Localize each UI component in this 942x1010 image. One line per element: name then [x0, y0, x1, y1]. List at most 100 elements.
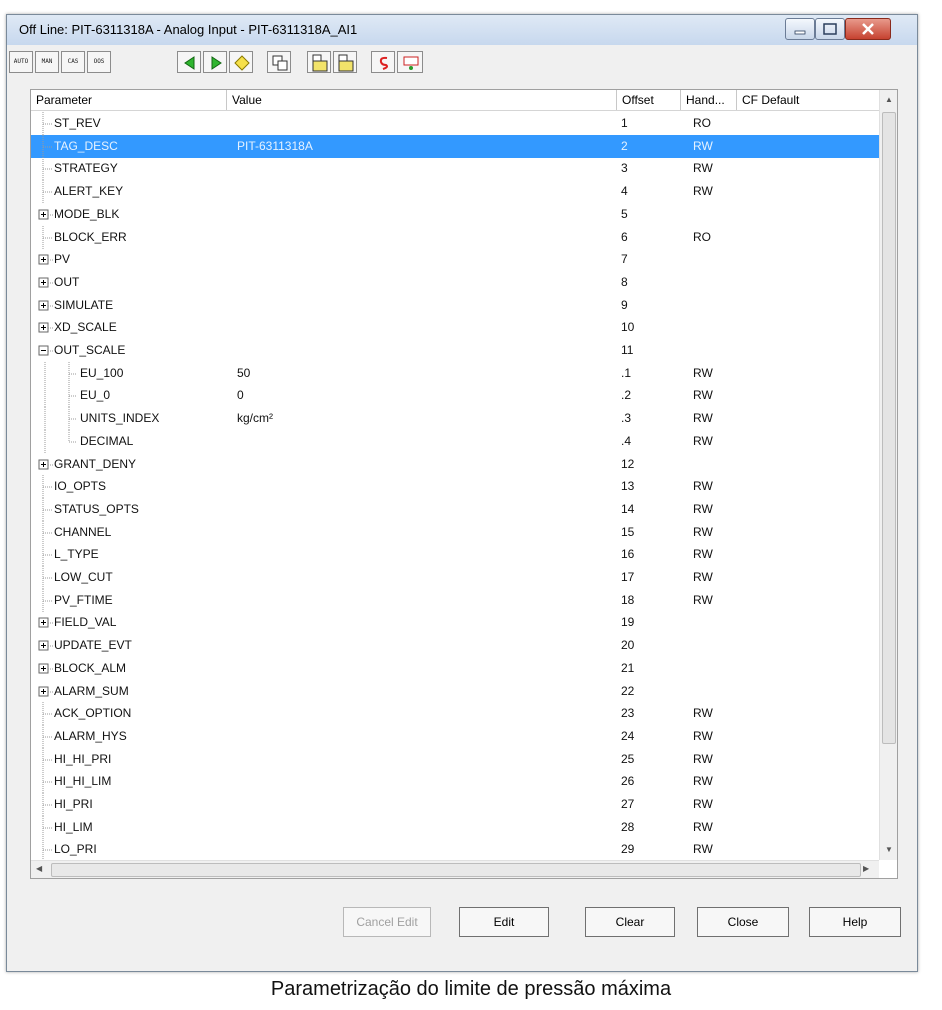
param-offset: 24	[621, 728, 635, 743]
column-header-value[interactable]: Value	[227, 90, 617, 110]
vertical-scroll-thumb[interactable]	[882, 112, 896, 744]
param-offset: 23	[621, 706, 635, 721]
close-window-button[interactable]	[845, 18, 891, 40]
table-row[interactable]: HI_HI_LIM 26 RW	[31, 770, 879, 794]
tree-connector-icon[interactable]	[31, 657, 54, 680]
column-header-handling[interactable]: Hand...	[681, 90, 737, 110]
table-row[interactable]: EU_100 50 .1 RW	[31, 361, 879, 385]
table-row[interactable]: BLOCK_ERR 6 RO	[31, 225, 879, 249]
tree-connector-icon	[44, 407, 77, 431]
table-row[interactable]: FIELD_VAL 19	[31, 611, 879, 634]
stop-icon[interactable]	[371, 51, 395, 73]
scroll-down-icon[interactable]: ▼	[885, 844, 893, 856]
table-row[interactable]: ACK_OPTION 23 RW	[31, 702, 879, 726]
param-offset: 9	[621, 297, 628, 312]
table-row[interactable]: UPDATE_EVT 20	[31, 634, 879, 657]
table-row[interactable]: OUT 8	[31, 271, 879, 294]
table-row[interactable]: ALARM_HYS 24 RW	[31, 724, 879, 748]
cancel-edit-button[interactable]: Cancel Edit	[343, 907, 431, 937]
table-row[interactable]: ALARM_SUM 22	[31, 680, 879, 703]
table-row[interactable]: XD_SCALE 10	[31, 316, 879, 339]
table-row[interactable]: DECIMAL .4 RW	[31, 429, 879, 453]
scroll-up-icon[interactable]: ▲	[885, 94, 893, 106]
clear-button[interactable]: Clear	[585, 907, 675, 937]
param-name: ACK_OPTION	[54, 706, 132, 721]
table-row[interactable]: UNITS_INDEX kg/cm² .3 RW	[31, 407, 879, 431]
tree-connector-icon[interactable]	[31, 316, 54, 339]
param-offset: .3	[621, 411, 632, 426]
param-handling: RW	[693, 184, 713, 199]
tree-connector-icon[interactable]	[31, 248, 54, 271]
param-offset: 22	[621, 683, 635, 698]
table-row[interactable]: STRATEGY 3 RW	[31, 157, 879, 181]
table-row[interactable]: ALERT_KEY 4 RW	[31, 180, 879, 204]
tree-connector-icon[interactable]	[31, 294, 54, 317]
table-row[interactable]: TAG_DESC PIT-6311318A 2 RW	[31, 134, 879, 158]
table-row[interactable]: LOW_CUT 17 RW	[31, 566, 879, 589]
mode-oos-button[interactable]: OOS	[87, 51, 111, 73]
param-handling: RW	[693, 706, 713, 721]
table-row[interactable]: MODE_BLK 5	[31, 203, 879, 226]
minimize-button[interactable]	[785, 18, 815, 40]
param-name: DECIMAL	[80, 433, 134, 448]
close-button[interactable]: Close	[697, 907, 789, 937]
next-icon[interactable]	[203, 51, 227, 73]
tree-connector-icon[interactable]	[31, 453, 54, 476]
tree-connector-icon[interactable]	[31, 611, 54, 634]
table-row[interactable]: GRANT_DENY 12	[31, 453, 879, 476]
tree-connector-icon	[44, 429, 77, 453]
param-handling: RW	[693, 774, 713, 789]
table-row[interactable]: EU_0 0 .2 RW	[31, 384, 879, 408]
table-row[interactable]: LO_PRI 29 RW	[31, 838, 879, 862]
param-name: SIMULATE	[54, 297, 114, 312]
table-body: ST_REV 1 RO TAG_DESC PIT-6311318A 2 RW STRATEGY…	[31, 112, 879, 863]
column-header-offset[interactable]: Offset	[617, 90, 681, 110]
param-handling: RW	[693, 501, 713, 516]
help-button[interactable]: Help	[809, 907, 901, 937]
mode-auto-button[interactable]: AUTO	[9, 51, 33, 73]
diamond-icon[interactable]	[229, 51, 253, 73]
tree-connector-icon[interactable]	[31, 339, 54, 362]
tree-connector-icon[interactable]	[31, 203, 54, 226]
mode-cas-button[interactable]: CAS	[61, 51, 85, 73]
param-name: EU_0	[80, 388, 111, 403]
read-default-icon[interactable]	[333, 51, 357, 73]
param-offset: 14	[621, 501, 635, 516]
scroll-left-icon[interactable]: ◀	[36, 863, 42, 875]
vertical-scrollbar[interactable]: ▲ ▼	[879, 90, 897, 860]
table-row[interactable]: HI_LIM 28 RW	[31, 815, 879, 839]
compare-icon[interactable]	[267, 51, 291, 73]
table-row[interactable]: OUT_SCALE 11	[31, 339, 879, 362]
maximize-button[interactable]	[815, 18, 845, 40]
table-row[interactable]: HI_PRI 27 RW	[31, 793, 879, 816]
table-row[interactable]: BLOCK_ALM 21	[31, 657, 879, 680]
scroll-right-icon[interactable]: ▶	[863, 863, 869, 875]
edit-button[interactable]: Edit	[459, 907, 549, 937]
horizontal-scrollbar[interactable]: ◀ ▶	[31, 860, 879, 878]
param-name: XD_SCALE	[54, 320, 117, 335]
table-row[interactable]: SIMULATE 9	[31, 294, 879, 317]
mode-man-button[interactable]: MAN	[35, 51, 59, 73]
table-row[interactable]: PV_FTIME 18 RW	[31, 588, 879, 612]
tree-connector-icon	[42, 588, 53, 612]
io-icon[interactable]	[397, 51, 423, 73]
column-header-cf-default[interactable]: CF Default	[737, 90, 879, 110]
previous-icon[interactable]	[177, 51, 201, 73]
title-bar: Off Line: PIT-6311318A - Analog Input - …	[7, 15, 917, 45]
table-row[interactable]: CHANNEL 15 RW	[31, 520, 879, 544]
param-offset: 12	[621, 456, 635, 471]
table-row[interactable]: L_TYPE 16 RW	[31, 543, 879, 567]
param-offset: 6	[621, 229, 628, 244]
tree-connector-icon	[42, 815, 53, 839]
horizontal-scroll-thumb[interactable]	[51, 863, 861, 877]
table-row[interactable]: STATUS_OPTS 14 RW	[31, 497, 879, 521]
column-header-parameter[interactable]: Parameter	[31, 90, 227, 110]
table-row[interactable]: HI_HI_PRI 25 RW	[31, 747, 879, 771]
tree-connector-icon[interactable]	[31, 271, 54, 294]
tree-connector-icon[interactable]	[31, 634, 54, 657]
table-row[interactable]: ST_REV 1 RO	[31, 112, 879, 135]
table-row[interactable]: PV 7	[31, 248, 879, 271]
table-row[interactable]: IO_OPTS 13 RW	[31, 475, 879, 499]
read-all-icon[interactable]	[307, 51, 331, 73]
tree-connector-icon[interactable]	[31, 680, 54, 703]
